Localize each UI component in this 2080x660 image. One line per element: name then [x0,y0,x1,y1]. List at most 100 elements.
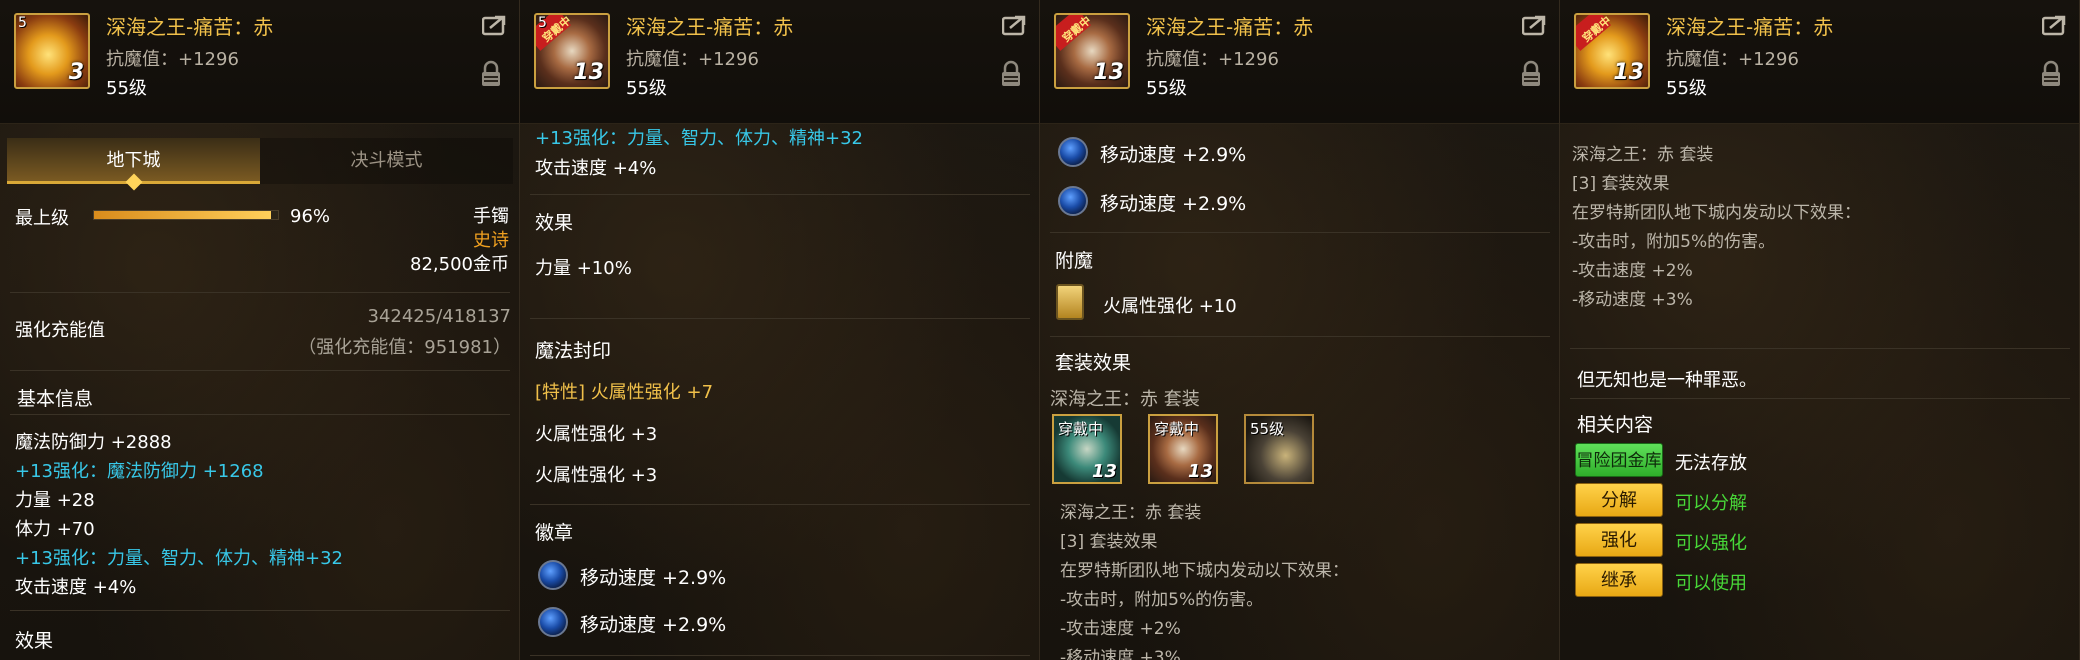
divider [10,414,510,415]
divider [530,194,1030,195]
item-icon[interactable]: 5 3 [14,13,90,89]
stat-line: +13强化：力量、智力、体力、精神+32 [535,128,863,149]
divider [1570,348,2070,349]
item-icon[interactable]: 穿戴中 5 13 [534,13,610,89]
charge-label: 强化充能值 [15,320,105,341]
divider [530,504,1030,505]
divider [1050,336,1550,337]
icon-corner-number: 5 [18,15,27,31]
set-piece-icon[interactable]: 55级 [1244,414,1314,484]
lock-icon[interactable] [1000,60,1022,88]
item-name: 深海之王-痛苦：赤 [106,15,274,39]
set-name: 深海之王：赤 套装 [1050,389,1200,410]
equipped-badge-text: 穿戴中 [1058,420,1104,438]
set-piece-level: 13 [1187,461,1213,482]
tooltip-header: 穿戴中 13 深海之王-痛苦：赤 抗魔值：+1296 55级 [1560,0,2079,124]
item-level: 55级 [106,78,147,99]
stat-line: +13强化：魔法防御力 +1268 [15,461,264,482]
item-level: 55级 [1666,78,1707,99]
emblem-icon[interactable] [538,607,568,637]
set-effect-heading: 套装效果 [1055,352,1132,374]
charge-note: （强化充能值：951981） [298,337,511,358]
stat-line: 魔法防御力 +2888 [15,432,172,453]
emblem-icon[interactable] [1058,137,1088,167]
share-icon[interactable] [1522,14,1548,36]
share-icon[interactable] [482,14,508,36]
item-magic-resist: 抗魔值：+1296 [1666,49,1799,70]
item-tooltip-panel-2: 穿戴中 5 13 深海之王-痛苦：赤 抗魔值：+1296 55级 +13强化：力… [520,0,1040,660]
set-effect-header: [3] 套装效果 [1060,532,1158,552]
enchant-heading: 附魔 [1055,250,1094,272]
set-effect-line: 在罗特斯团队地下城内发动以下效果： [1060,561,1349,581]
emblem-line: 移动速度 +2.9% [580,614,727,636]
item-level: 55级 [1146,78,1187,99]
inherit-status: 可以使用 [1675,573,1747,594]
item-tooltip-panel-3: 穿戴中 13 深海之王-痛苦：赤 抗魔值：+1296 55级 移动速度 +2.9… [1040,0,1560,660]
seal-line: 火属性强化 +3 [535,465,658,486]
tab-pvp[interactable]: 决斗模式 [260,138,513,184]
magic-seal-heading: 魔法封印 [535,340,612,362]
adventure-vault-button[interactable]: 冒险团金库 [1575,443,1663,477]
emblem-icon[interactable] [538,560,568,590]
icon-corner-number: 5 [538,15,547,31]
tooltip-header: 穿戴中 5 13 深海之王-痛苦：赤 抗魔值：+1296 55级 [520,0,1039,124]
tooltip-header: 5 3 深海之王-痛苦：赤 抗魔值：+1296 55级 [0,0,519,124]
set-effect-line: -攻击时，附加5%的伤害。 [1060,590,1264,610]
disassemble-button[interactable]: 分解 [1575,483,1663,517]
set-effect-header: [3] 套装效果 [1572,174,1670,194]
item-magic-resist: 抗魔值：+1296 [1146,49,1279,70]
divider [530,318,1030,319]
emblem-line: 移动速度 +2.9% [1100,193,1247,215]
enhance-button[interactable]: 强化 [1575,523,1663,557]
item-magic-resist: 抗魔值：+1296 [106,49,239,70]
share-icon[interactable] [1002,14,1028,36]
lock-icon[interactable] [1520,60,1542,88]
set-effect-line: -攻击速度 +2% [1572,261,1693,281]
set-effect-line: -攻击时，附加5%的伤害。 [1572,232,1776,252]
enchant-card-icon[interactable] [1056,284,1084,320]
flavor-text: 但无知也是一种罪恶。 [1577,370,1757,391]
divider [1570,398,2070,399]
item-magic-resist: 抗魔值：+1296 [626,49,759,70]
set-piece-level-label: 55级 [1250,420,1285,438]
effect-line: 力量 +10% [535,258,632,279]
tooltip-header: 穿戴中 13 深海之王-痛苦：赤 抗魔值：+1296 55级 [1040,0,1559,124]
related-content-heading: 相关内容 [1577,414,1654,436]
emblem-line: 移动速度 +2.9% [580,567,727,589]
rank-label: 最上级 [15,208,69,229]
stat-line: 体力 +70 [15,519,95,540]
set-effect-line: -攻击速度 +2% [1060,619,1181,639]
rank-percent: 96% [290,206,331,227]
divider [10,292,510,293]
rank-progress-bar [93,210,279,220]
inherit-button[interactable]: 继承 [1575,563,1663,597]
item-name: 深海之王-痛苦：赤 [1666,15,1834,39]
set-effect-line: 在罗特斯团队地下城内发动以下效果： [1572,203,1861,223]
enhance-level-badge: 3 [68,60,84,85]
stat-line: 攻击速度 +4% [15,577,137,598]
item-icon[interactable]: 穿戴中 13 [1574,13,1650,89]
share-icon[interactable] [2042,14,2068,36]
set-piece-icon[interactable]: 穿戴中 13 [1052,414,1122,484]
rank-progress-fill [94,211,271,219]
charge-value: 342425/418137 [367,306,512,327]
set-effect-line: -移动速度 +3% [1060,648,1181,660]
lock-icon[interactable] [480,60,502,88]
stat-line: 力量 +28 [15,490,95,511]
set-piece-icon[interactable]: 穿戴中 13 [1148,414,1218,484]
item-tooltip-panel-1: 5 3 深海之王-痛苦：赤 抗魔值：+1296 55级 地下城 决斗模式 最上级… [0,0,520,660]
effect-heading: 效果 [15,630,54,652]
item-name: 深海之王-痛苦：赤 [1146,15,1314,39]
divider [10,610,510,611]
seal-line: [特性] 火属性强化 +7 [535,382,714,403]
equipped-badge-text: 穿戴中 [1154,420,1200,438]
item-tooltip-panel-4: 穿戴中 13 深海之王-痛苦：赤 抗魔值：+1296 55级 深海之王：赤 套装… [1560,0,2080,660]
vault-status: 无法存放 [1675,453,1747,474]
disassemble-status: 可以分解 [1675,493,1747,514]
item-name: 深海之王-痛苦：赤 [626,15,794,39]
divider [530,655,1030,656]
lock-icon[interactable] [2040,60,2062,88]
emblem-icon[interactable] [1058,186,1088,216]
item-icon[interactable]: 穿戴中 13 [1054,13,1130,89]
enhance-status: 可以强化 [1675,533,1747,554]
